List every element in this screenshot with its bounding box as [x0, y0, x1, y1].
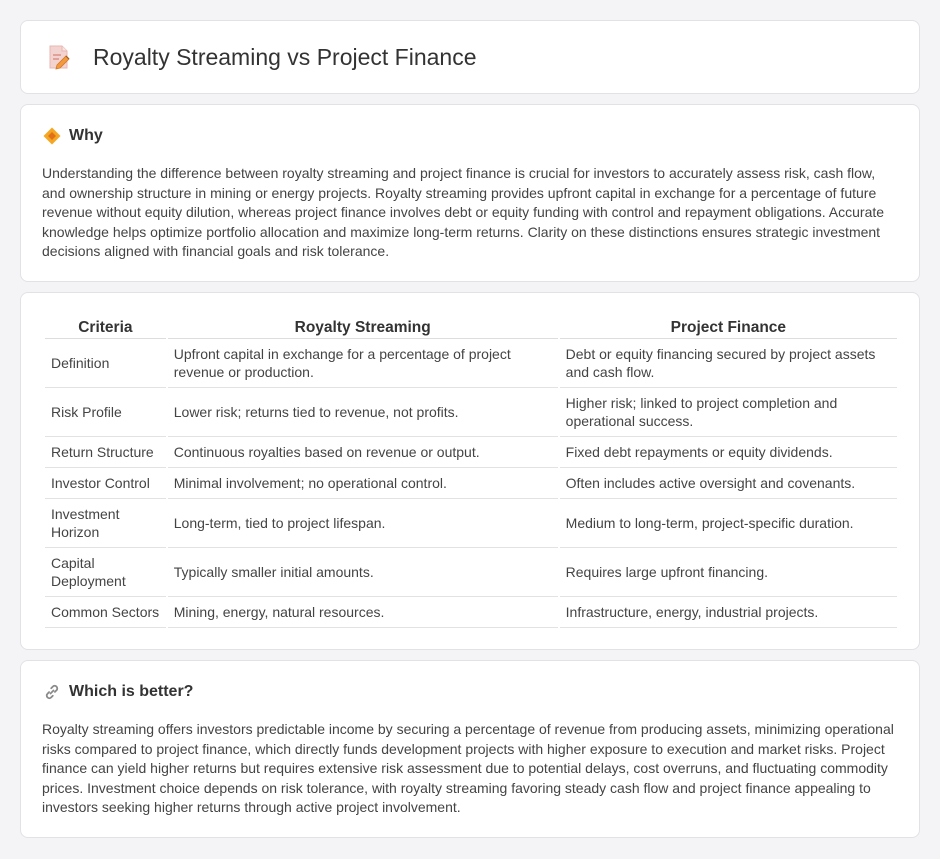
table-cell: Debt or equity financing secured by proj… [559, 339, 897, 388]
column-header: Criteria [45, 315, 166, 339]
table-cell: Definition [45, 339, 166, 388]
table-cell: Minimal involvement; no operational cont… [167, 468, 558, 499]
column-header: Royalty Streaming [167, 315, 558, 339]
table-cell: Infrastructure, energy, industrial proje… [559, 597, 897, 628]
table-cell: Fixed debt repayments or equity dividend… [559, 437, 897, 468]
table-cell: Investor Control [45, 468, 166, 499]
table-cell: Common Sectors [45, 597, 166, 628]
table-cell: Mining, energy, natural resources. [167, 597, 558, 628]
table-row: Common Sectors Mining, energy, natural r… [45, 597, 897, 628]
why-section: Why Understanding the difference between… [20, 104, 920, 282]
table-cell: Capital Deployment [45, 548, 166, 597]
table-cell: Lower risk; returns tied to revenue, not… [167, 388, 558, 437]
table-row: Definition Upfront capital in exchange f… [45, 339, 897, 388]
table-cell: Long-term, tied to project lifespan. [167, 499, 558, 548]
table-cell: Medium to long-term, project-specific du… [559, 499, 897, 548]
table-row: Capital Deployment Typically smaller ini… [45, 548, 897, 597]
which-better-section: Which is better? Royalty streaming offer… [20, 660, 920, 838]
which-better-text: Royalty streaming offers investors predi… [42, 721, 894, 815]
table-cell: Upfront capital in exchange for a percen… [167, 339, 558, 388]
comparison-table: Criteria Royalty Streaming Project Finan… [43, 315, 899, 628]
table-row: Return Structure Continuous royalties ba… [45, 437, 897, 468]
table-cell: Continuous royalties based on revenue or… [167, 437, 558, 468]
which-better-heading: Which is better? [69, 683, 194, 700]
table-cell: Return Structure [45, 437, 166, 468]
document-edit-icon [47, 43, 71, 71]
table-cell: Higher risk; linked to project completio… [559, 388, 897, 437]
header-card: Royalty Streaming vs Project Finance [20, 20, 920, 94]
table-row: Risk Profile Lower risk; returns tied to… [45, 388, 897, 437]
comparison-section: Criteria Royalty Streaming Project Finan… [20, 292, 920, 650]
table-cell: Risk Profile [45, 388, 166, 437]
table-header-row: Criteria Royalty Streaming Project Finan… [45, 315, 897, 339]
table-cell: Often includes active oversight and cove… [559, 468, 897, 499]
table-cell: Requires large upfront financing. [559, 548, 897, 597]
table-cell: Investment Horizon [45, 499, 166, 548]
why-text: Understanding the difference between roy… [42, 165, 885, 259]
table-row: Investor Control Minimal involvement; no… [45, 468, 897, 499]
table-cell: Typically smaller initial amounts. [167, 548, 558, 597]
diamond-icon [43, 127, 61, 145]
why-heading: Why [69, 127, 103, 144]
table-row: Investment Horizon Long-term, tied to pr… [45, 499, 897, 548]
column-header: Project Finance [559, 315, 897, 339]
page-title: Royalty Streaming vs Project Finance [93, 43, 477, 70]
link-icon [43, 683, 61, 701]
